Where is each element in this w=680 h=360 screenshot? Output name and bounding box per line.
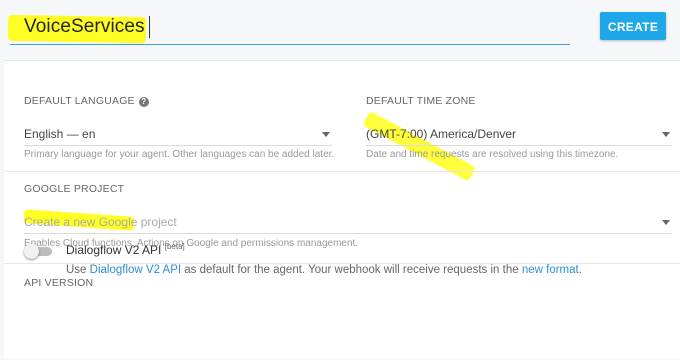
default-timezone-label: DEFAULT TIME ZONE bbox=[366, 95, 476, 107]
dropdown-arrow-icon bbox=[662, 132, 670, 137]
v2-api-link[interactable]: Dialogflow V2 API bbox=[90, 264, 181, 276]
timezone-value: (GMT-7:00) America/Denver bbox=[366, 127, 517, 141]
v2-api-toggle[interactable] bbox=[24, 244, 52, 259]
toggle-knob bbox=[24, 244, 39, 259]
help-icon[interactable]: ? bbox=[138, 97, 149, 107]
language-hint: Primary language for your agent. Other l… bbox=[24, 149, 335, 160]
language-value: English — en bbox=[24, 127, 96, 141]
text-caret bbox=[149, 16, 150, 38]
dropdown-arrow-icon bbox=[662, 220, 670, 225]
v2-api-title: Dialogflow V2 API [beta] bbox=[66, 242, 185, 257]
api-version-label: API VERSION bbox=[24, 277, 94, 289]
top-bar: VoiceServices CREATE bbox=[0, 0, 680, 58]
google-project-placeholder: Create a new Google project bbox=[24, 215, 177, 229]
timezone-hint: Date and time requests are resolved usin… bbox=[366, 149, 619, 160]
language-select[interactable]: English — en bbox=[24, 123, 332, 146]
agent-name-input[interactable]: VoiceServices bbox=[24, 16, 145, 38]
agent-name-field[interactable]: VoiceServices bbox=[10, 8, 570, 45]
v2-api-description: Use Dialogflow V2 API as default for the… bbox=[66, 264, 582, 276]
create-button[interactable]: CREATE bbox=[600, 12, 666, 40]
agent-settings-panel: DEFAULT LANGUAGE? English — en Primary l… bbox=[4, 60, 680, 359]
dropdown-arrow-icon bbox=[322, 132, 330, 137]
google-project-label: GOOGLE PROJECT bbox=[24, 183, 125, 195]
divider bbox=[4, 171, 680, 172]
default-language-label: DEFAULT LANGUAGE? bbox=[24, 95, 149, 107]
timezone-select[interactable]: (GMT-7:00) America/Denver bbox=[366, 123, 672, 146]
new-format-link[interactable]: new format bbox=[522, 264, 579, 276]
google-project-select[interactable]: Create a new Google project bbox=[24, 211, 672, 234]
beta-badge: [beta] bbox=[164, 242, 185, 251]
